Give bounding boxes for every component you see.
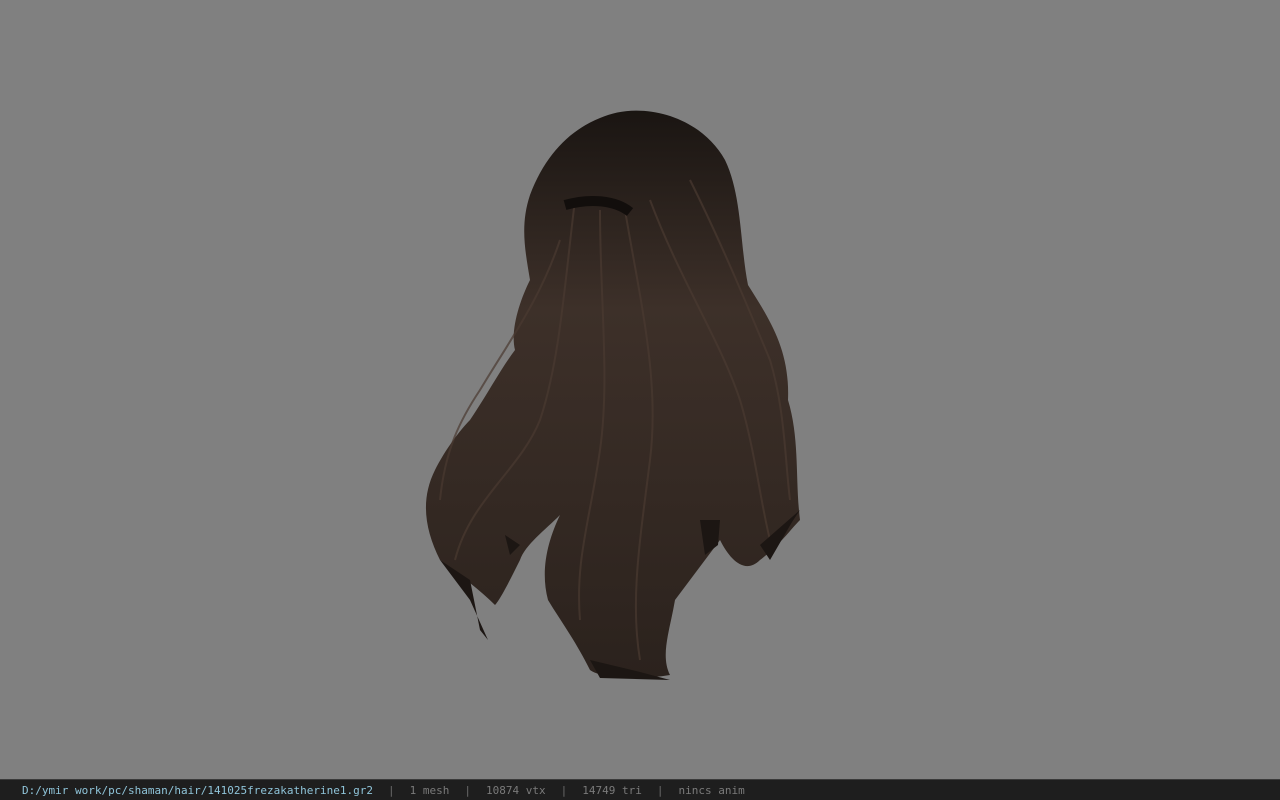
hair-model bbox=[425, 110, 800, 680]
separator: | bbox=[388, 783, 395, 797]
file-path: D:/ymir work/pc/shaman/hair/141025frezak… bbox=[22, 783, 373, 797]
3d-viewport[interactable] bbox=[0, 0, 1280, 779]
separator: | bbox=[464, 783, 471, 797]
triangle-count: 14749 tri bbox=[582, 783, 642, 797]
vertex-count: 10874 vtx bbox=[486, 783, 546, 797]
mesh-count: 1 mesh bbox=[409, 783, 450, 797]
separator: | bbox=[656, 783, 664, 797]
animation-status: nincs anim bbox=[678, 783, 745, 797]
status-bar: D:/ymir work/pc/shaman/hair/141025frezak… bbox=[0, 779, 1280, 800]
separator: | bbox=[560, 783, 568, 797]
hair-mass bbox=[425, 110, 800, 678]
